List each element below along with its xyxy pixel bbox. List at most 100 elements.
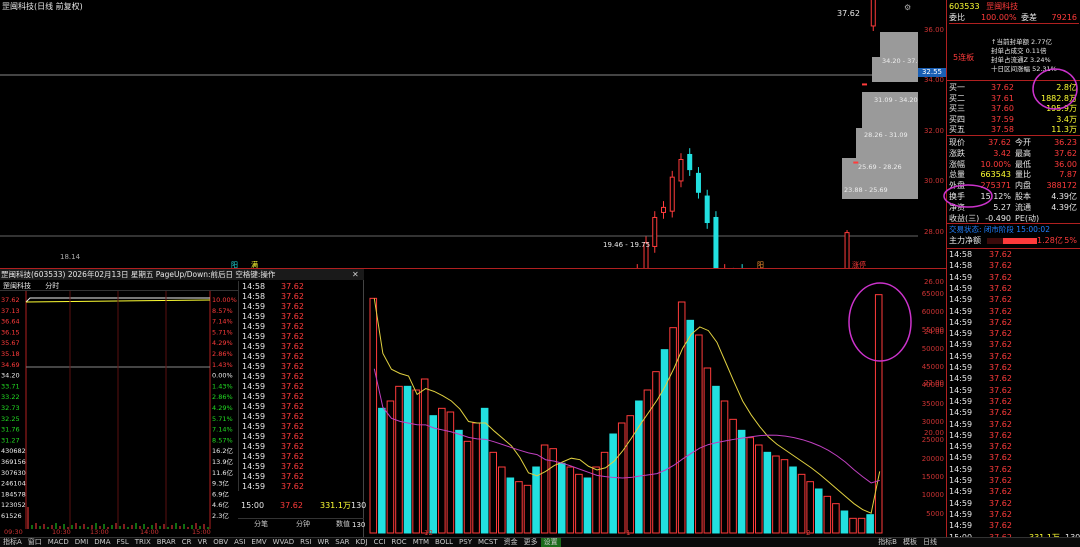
toolbar-right-2[interactable]: 日线 [920,538,940,547]
candle-body [844,232,850,268]
stat-label: 量比 [1015,170,1031,180]
tick-price: 37.62 [281,432,304,441]
settings-icon[interactable]: ⚙ [904,3,911,12]
tab-fenzhong[interactable]: 分钟 [296,519,310,529]
toolbar-13[interactable]: WVAD [270,538,297,547]
lianban-badge: 5连板 [953,53,975,62]
tick-list[interactable]: 14:58 37.62 14:58 37.62 14:59 37.62 14:59 37.62… [947,248,1080,530]
intraday-pct-tick: 2.86% [212,393,233,401]
tick-time: 14:59 [242,432,266,441]
toolbar-right-1[interactable]: 模板 [900,538,920,547]
toolbar-19[interactable]: ROC [388,538,409,547]
toolbar-21[interactable]: BOLL [432,538,456,547]
tab-fenshi[interactable]: 分时 [45,282,59,290]
bid-label: 买五 [949,125,965,135]
toolbar-2[interactable]: MACD [45,538,72,547]
bid-list: 买一 37.62 2.8亿 买二 37.61 1882.8万 买三 37.60 195.9万 买四… [947,80,1080,134]
candle-body [661,206,666,213]
tick-price: 37.62 [281,442,304,451]
toolbar-0[interactable]: 指标A [0,538,25,547]
tab-fenbi[interactable]: 分笔 [254,519,268,529]
toolbar-10[interactable]: OBV [210,538,231,547]
intraday-price-tick: 37.13 [1,307,20,315]
quote-panel: 603533 罡闽科技 委比 100.00% 委差 79216 5连板 ↑当前封… [946,0,1080,547]
toolbar-5[interactable]: FSL [114,538,132,547]
tab-shuzhi[interactable]: 数值 [336,519,350,529]
toolbar-4[interactable]: DMA [91,538,113,547]
toolbar-6[interactable]: TRIX [132,538,154,547]
volume-x-label: 1 [626,529,630,537]
intraday-pct-tick: 9.3亿 [212,479,229,488]
toolbar-12[interactable]: EMV [248,538,269,547]
volume-bar [686,319,695,534]
intraday-price-tick: 35.18 [1,350,20,358]
weicha-value: 79216 [1051,13,1077,22]
tick-row: 14:59 37.62 [242,332,362,342]
tick-row: 14:59 37.62 [242,382,362,392]
volume-bar [814,488,823,534]
tick-price: 37.62 [281,312,304,321]
intraday-pct-tick: 4.29% [212,339,233,347]
toolbar-23[interactable]: MCST [475,538,501,547]
volume-bar [412,389,420,534]
toolbar-25[interactable]: 更多 [521,538,541,547]
tick-price: 37.62 [989,509,1012,519]
stat-label: 最高 [1015,148,1031,158]
toolbar-17[interactable]: KDJ [353,538,371,547]
intraday-tick-list[interactable]: 14:58 37.62 14:58 37.62 14:59 37.62 14:59 37.62… [238,281,364,491]
tick-row: 14:59 37.62 [949,273,1079,283]
tick-price: 37.62 [989,363,1012,372]
toolbar-20[interactable]: MTM [410,538,432,547]
volume-tick: 20000 [921,454,944,463]
kline-chart[interactable]: 34.20 - 37.62 31.09 - 34.20 28.26 - 31.09 2… [0,0,918,269]
toolbar-8[interactable]: CR [179,538,195,547]
volume-svg: 12 1 2 [369,294,883,537]
intraday-price-tick: 369156 [1,458,26,466]
volume-bar [849,517,857,534]
toolbar-11[interactable]: ASI [231,538,248,547]
volume-bar [703,367,712,534]
stat-value: 275371 [980,181,1011,191]
toolbar-26[interactable]: 设置 [540,538,561,547]
close-icon[interactable]: ✕ [352,270,359,279]
stat-row: 收益(三) -0.490 PE(动) [949,213,1079,224]
volume-bar [626,415,635,534]
toolbar-7[interactable]: BRAR [154,538,179,547]
volume-chart[interactable]: 12 1 2 [364,269,918,537]
volume-bar [720,400,729,534]
stat-value: 663543 [980,170,1011,180]
intraday-pct-tick: 0.00% [212,372,233,380]
stat-value: 3.42 [993,148,1011,158]
zone-label: 25.69 - 28.26 [858,163,902,171]
intraday-price-tick: 32.25 [1,415,20,423]
intraday-window[interactable]: 罡闽科技(603533) 2026年02月13日 星期五 PageUp/Down… [0,269,366,537]
stat-value: 15.12% [980,192,1011,201]
tick-time: 14:59 [242,322,266,331]
toolbar-right-0[interactable]: 指标B [875,538,900,547]
intraday-price-tick: 37.62 [1,296,20,304]
bid-label: 买一 [949,83,965,92]
last-time: 15:00 [241,501,265,510]
tick-price: 37.62 [989,329,1012,339]
stat-value: 36.00 [1054,159,1077,169]
toolbar-24[interactable]: 资金 [501,538,521,547]
toolbar-16[interactable]: SAR [332,538,352,547]
toolbar-1[interactable]: 窗口 [25,538,45,547]
toolbar-18[interactable]: CCI [371,538,389,547]
intraday-price-tick: 307630 [1,469,26,477]
bid-row: 买一 37.62 2.8亿 [949,82,1079,93]
tick-price: 37.62 [281,482,304,491]
toolbar-3[interactable]: DMI [72,538,92,547]
toolbar-14[interactable]: RSI [297,538,314,547]
main-flow-row: 主力净额 1.28亿 5% [949,235,1079,246]
volume-bar [806,481,814,534]
tick-price: 37.62 [989,442,1012,452]
toolbar-22[interactable]: PSY [456,538,475,547]
intraday-pct-tick: 5.71% [212,415,233,423]
tick-price: 37.62 [989,295,1012,305]
intraday-pct-tick: 11.6亿 [212,468,233,477]
toolbar-9[interactable]: VR [195,538,211,547]
tick-row: 14:59 37.62 [242,362,362,372]
seal-info-line: ↑当前封单额 2.77亿 [991,38,1052,46]
toolbar-15[interactable]: WR [315,538,333,547]
